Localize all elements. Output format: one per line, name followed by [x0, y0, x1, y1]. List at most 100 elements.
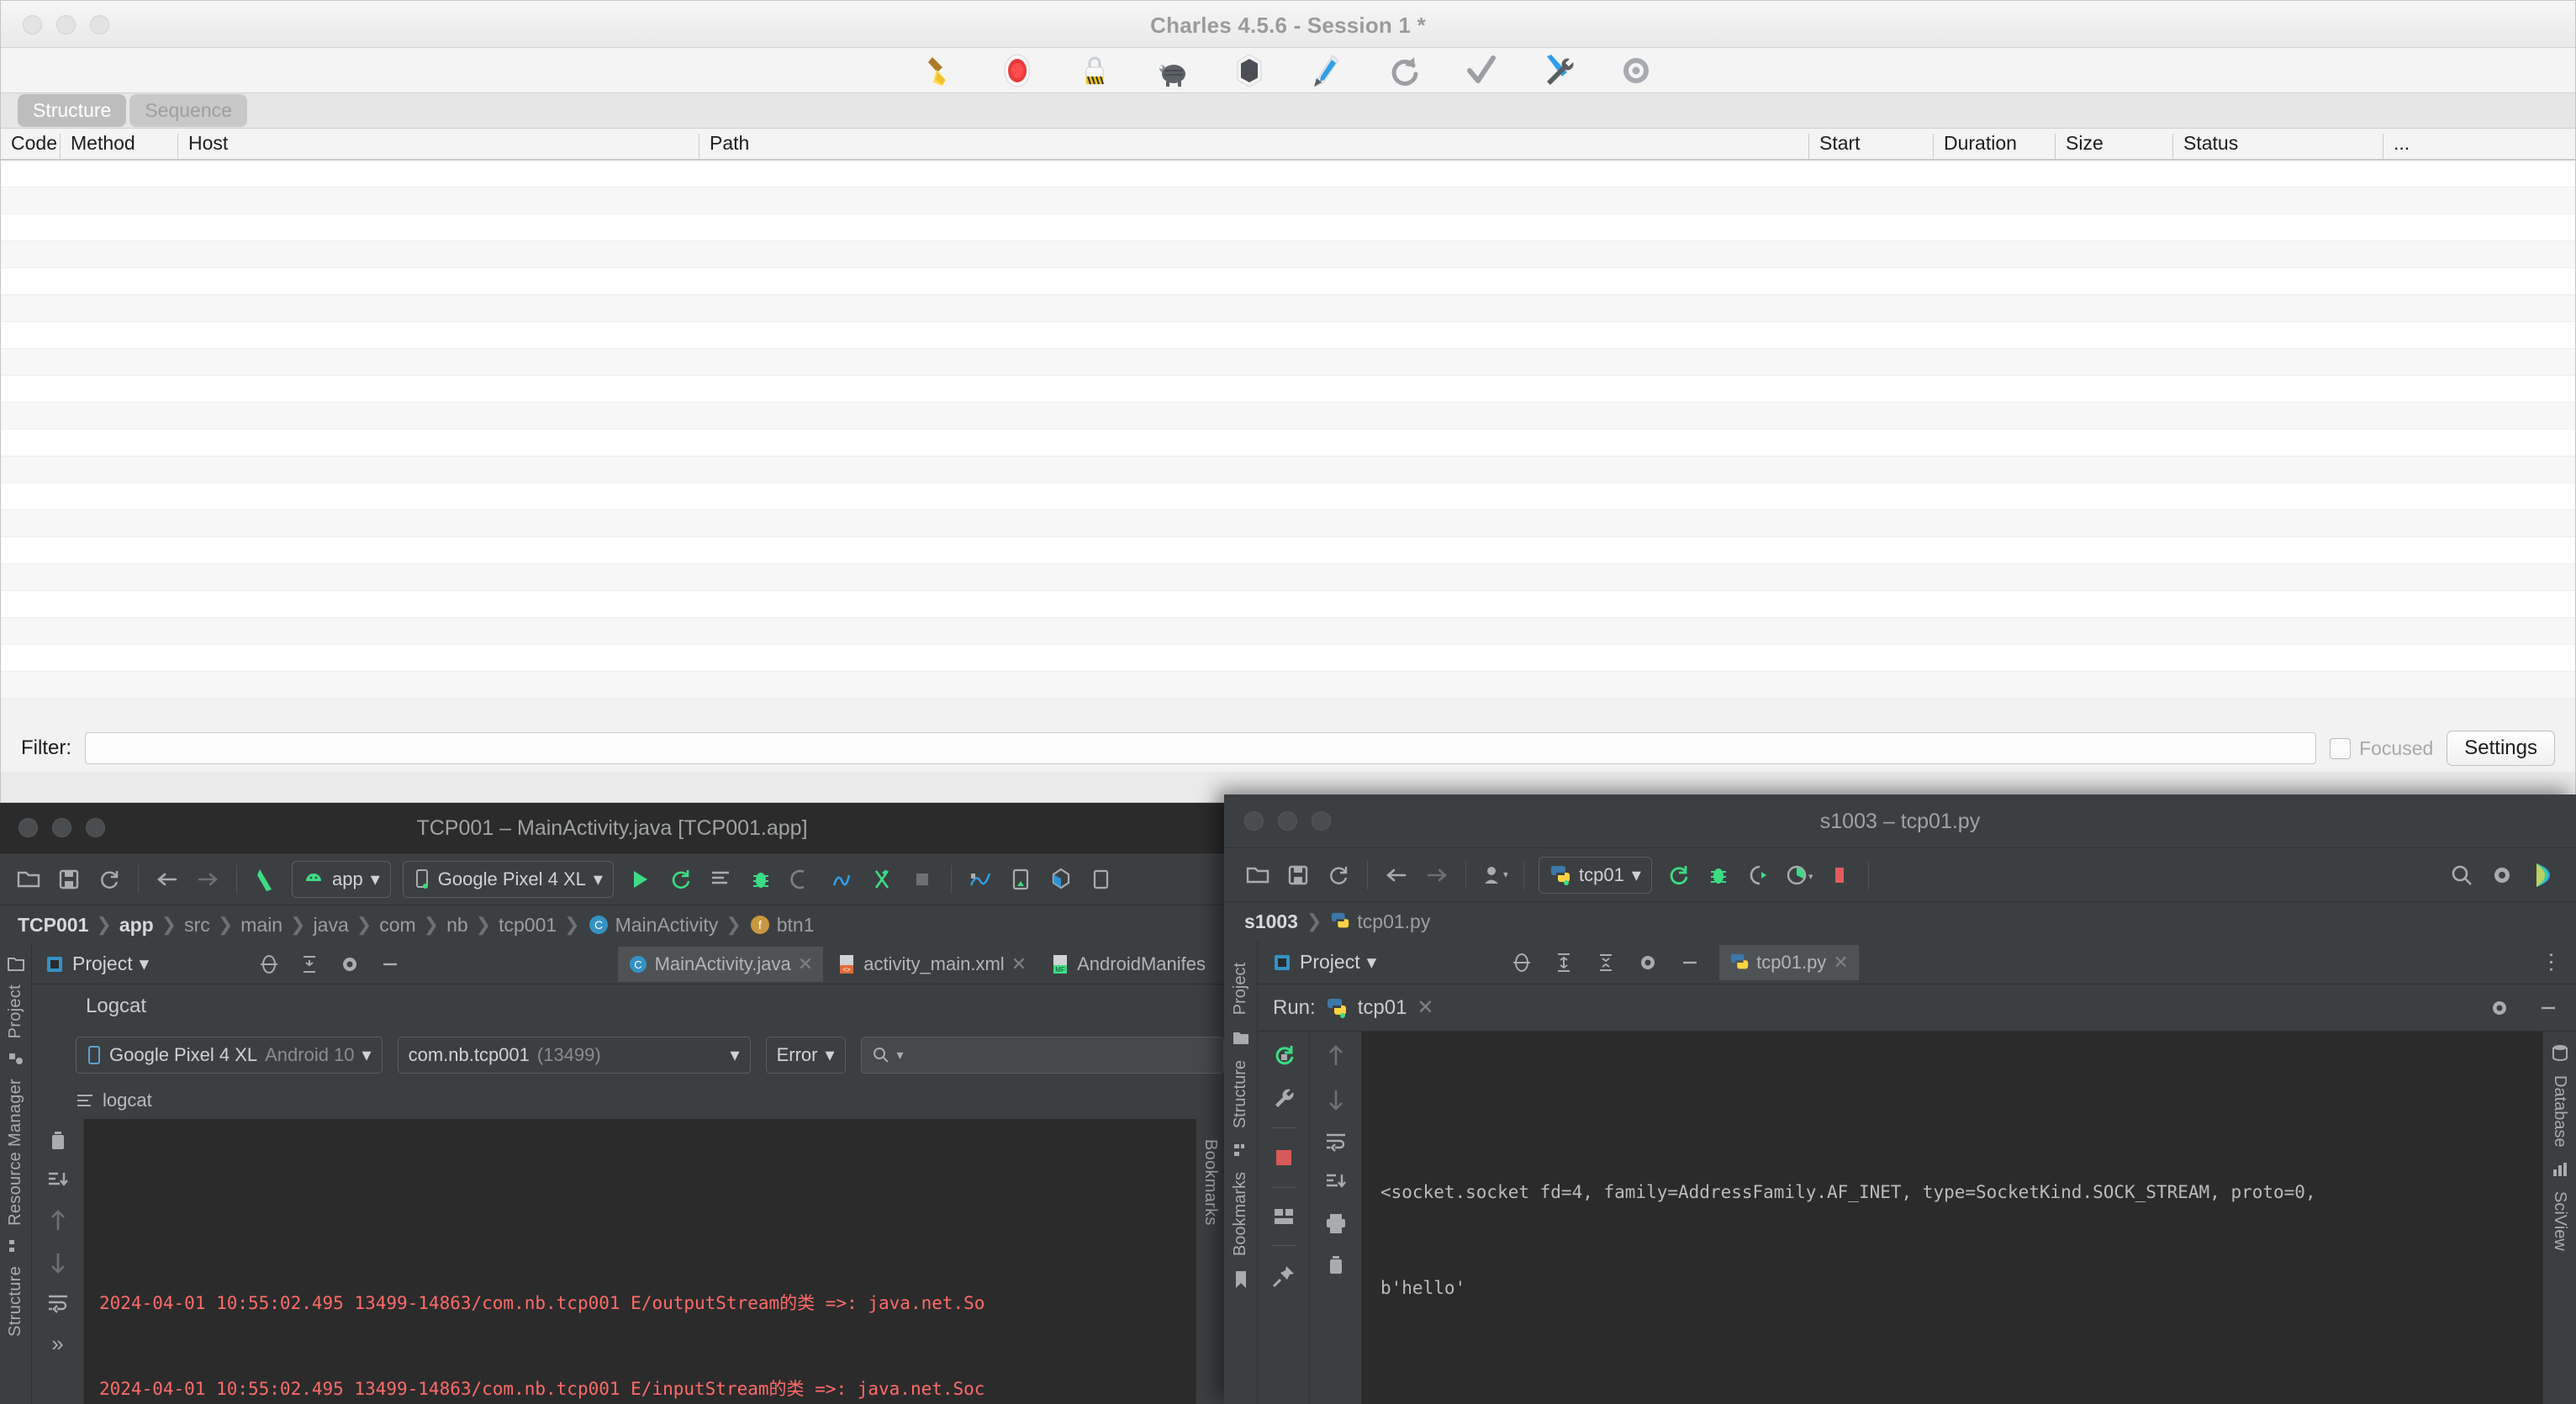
collapse-all-icon[interactable]	[1595, 952, 1617, 974]
table-row[interactable]	[1, 214, 2575, 241]
tab-structure[interactable]: Structure	[18, 94, 127, 127]
logcat-tab-label[interactable]: logcat	[103, 1090, 152, 1111]
table-row[interactable]	[1, 672, 2575, 699]
tab-android-manifest[interactable]: MF AndroidManifes	[1040, 947, 1216, 982]
run-icon[interactable]	[1658, 855, 1698, 895]
collapse-all-icon[interactable]	[298, 953, 320, 975]
structure-icon[interactable]	[1233, 1142, 1249, 1159]
table-row[interactable]	[1, 349, 2575, 376]
tab-activity-main-xml[interactable]: <> activity_main.xml ✕	[826, 947, 1037, 982]
run-with-coverage-icon[interactable]	[660, 859, 700, 900]
table-row[interactable]	[1, 295, 2575, 322]
forward-arrow-icon[interactable]	[1417, 855, 1457, 895]
column-header-code[interactable]: Code	[1, 134, 60, 159]
column-header-size[interactable]: Size	[2055, 134, 2172, 159]
compose-icon[interactable]	[1307, 51, 1346, 90]
breadcrumb-item-src[interactable]: src	[178, 914, 216, 937]
tools-icon[interactable]	[1539, 51, 1578, 90]
down-arrow-icon[interactable]	[1325, 1087, 1347, 1112]
throttle-icon[interactable]	[1153, 51, 1191, 90]
sidebar-item-bookmarks[interactable]: Bookmarks	[1231, 1172, 1250, 1256]
sidebar-item-bookmarks[interactable]: Bookmarks	[1201, 1139, 1220, 1226]
close-icon[interactable]: ✕	[1833, 952, 1848, 974]
table-row[interactable]	[1, 483, 2575, 510]
structure-icon[interactable]	[8, 1238, 24, 1254]
profile-icon[interactable]: ▾	[1779, 855, 1819, 895]
sciview-icon[interactable]	[2552, 1161, 2568, 1178]
save-all-icon[interactable]	[1278, 855, 1318, 895]
open-folder-icon[interactable]	[1238, 855, 1278, 895]
sync-icon[interactable]	[89, 859, 129, 900]
sidebar-item-sciview[interactable]: SciView	[2550, 1191, 2569, 1251]
focused-checkbox[interactable]	[2330, 737, 2352, 759]
debug-icon[interactable]	[741, 859, 781, 900]
sidebar-item-resource-manager[interactable]: Resource Manager	[6, 1079, 25, 1226]
save-all-icon[interactable]	[49, 859, 89, 900]
table-row[interactable]	[1, 510, 2575, 537]
expand-icon[interactable]: »	[51, 1331, 63, 1357]
print-icon[interactable]	[1324, 1211, 1348, 1235]
soft-wrap-icon[interactable]	[46, 1292, 70, 1314]
hide-panel-icon[interactable]	[1679, 952, 1701, 974]
layout-inspector-icon[interactable]	[1041, 859, 1081, 900]
build-hammer-icon[interactable]	[245, 859, 286, 900]
scroll-to-end-icon[interactable]	[1324, 1171, 1348, 1193]
run-configuration-combo[interactable]: tcp01 ▾	[1539, 856, 1652, 894]
breadcrumb-item-s1003[interactable]: s1003	[1239, 910, 1303, 933]
table-row[interactable]	[1, 403, 2575, 430]
table-row[interactable]	[1, 241, 2575, 268]
settings-button[interactable]: Settings	[2447, 731, 2555, 766]
breakpoints-icon[interactable]	[1230, 51, 1269, 90]
debug-icon[interactable]	[1698, 855, 1739, 895]
forward-arrow-icon[interactable]	[187, 859, 228, 900]
up-arrow-icon[interactable]	[1325, 1043, 1347, 1069]
breadcrumb-item-tcp001-pkg[interactable]: tcp001	[493, 914, 562, 937]
module-combo[interactable]: app ▾	[292, 860, 391, 898]
logcat-level-combo[interactable]: Error ▾	[765, 1037, 846, 1074]
attach-debugger-icon[interactable]	[781, 859, 821, 900]
table-row[interactable]	[1, 161, 2575, 187]
sidebar-item-database[interactable]: Database	[2550, 1075, 2569, 1148]
close-icon[interactable]: ✕	[1011, 953, 1027, 975]
back-arrow-icon[interactable]	[147, 859, 187, 900]
avd-manager-icon[interactable]	[960, 859, 1000, 900]
column-header-more[interactable]: ...	[2383, 134, 2575, 159]
stop-icon[interactable]	[1273, 1147, 1295, 1169]
run-config-name[interactable]: tcp01	[1358, 996, 1407, 1020]
expand-all-icon[interactable]	[1553, 952, 1575, 974]
logcat-process-combo[interactable]: com.nb.tcp001 (13499) ▾	[397, 1037, 751, 1074]
breadcrumb-item-btn1[interactable]: btn1	[777, 914, 815, 937]
device-combo[interactable]: Google Pixel 4 XL ▾	[402, 860, 614, 898]
filter-input[interactable]	[85, 732, 2317, 764]
breadcrumb-item-tcp01-py[interactable]: tcp01.py	[1357, 910, 1430, 933]
logcat-toggle-icon[interactable]	[700, 859, 741, 900]
table-row[interactable]	[1, 376, 2575, 403]
locate-file-icon[interactable]	[258, 953, 280, 975]
table-row[interactable]	[1, 591, 2575, 618]
up-arrow-icon[interactable]	[47, 1208, 69, 1233]
sidebar-item-structure[interactable]: Structure	[1231, 1060, 1250, 1128]
focused-checkbox-wrap[interactable]: Focused	[2330, 737, 2433, 760]
validate-icon[interactable]	[1462, 51, 1501, 90]
breadcrumb-item-com[interactable]: com	[373, 914, 421, 937]
sidebar-item-structure[interactable]: Structure	[6, 1266, 25, 1337]
hide-panel-icon[interactable]	[2537, 997, 2559, 1019]
pin-icon[interactable]	[1272, 1264, 1296, 1288]
soft-wrap-icon[interactable]	[1324, 1131, 1348, 1153]
project-tool-window-label[interactable]: Project ▾	[44, 953, 149, 975]
search-everywhere-icon[interactable]	[1081, 859, 1122, 900]
run-with-coverage-icon[interactable]	[1739, 855, 1779, 895]
scroll-to-end-icon[interactable]	[46, 1169, 70, 1191]
breadcrumb-item-mainactivity[interactable]: MainActivity	[615, 914, 719, 937]
settings-gear-icon[interactable]	[1637, 952, 1659, 974]
table-row[interactable]	[1, 645, 2575, 672]
hide-panel-icon[interactable]	[379, 953, 401, 975]
close-icon[interactable]: ✕	[798, 953, 813, 975]
repeat-icon[interactable]	[1385, 51, 1423, 90]
settings-gear-icon[interactable]	[2482, 855, 2522, 895]
table-row[interactable]	[1, 618, 2575, 645]
close-icon[interactable]: ✕	[1417, 995, 1433, 1020]
breadcrumb-item-app[interactable]: app	[113, 914, 160, 937]
project-folder-icon[interactable]	[1232, 1028, 1250, 1047]
column-header-status[interactable]: Status	[2172, 134, 2383, 159]
